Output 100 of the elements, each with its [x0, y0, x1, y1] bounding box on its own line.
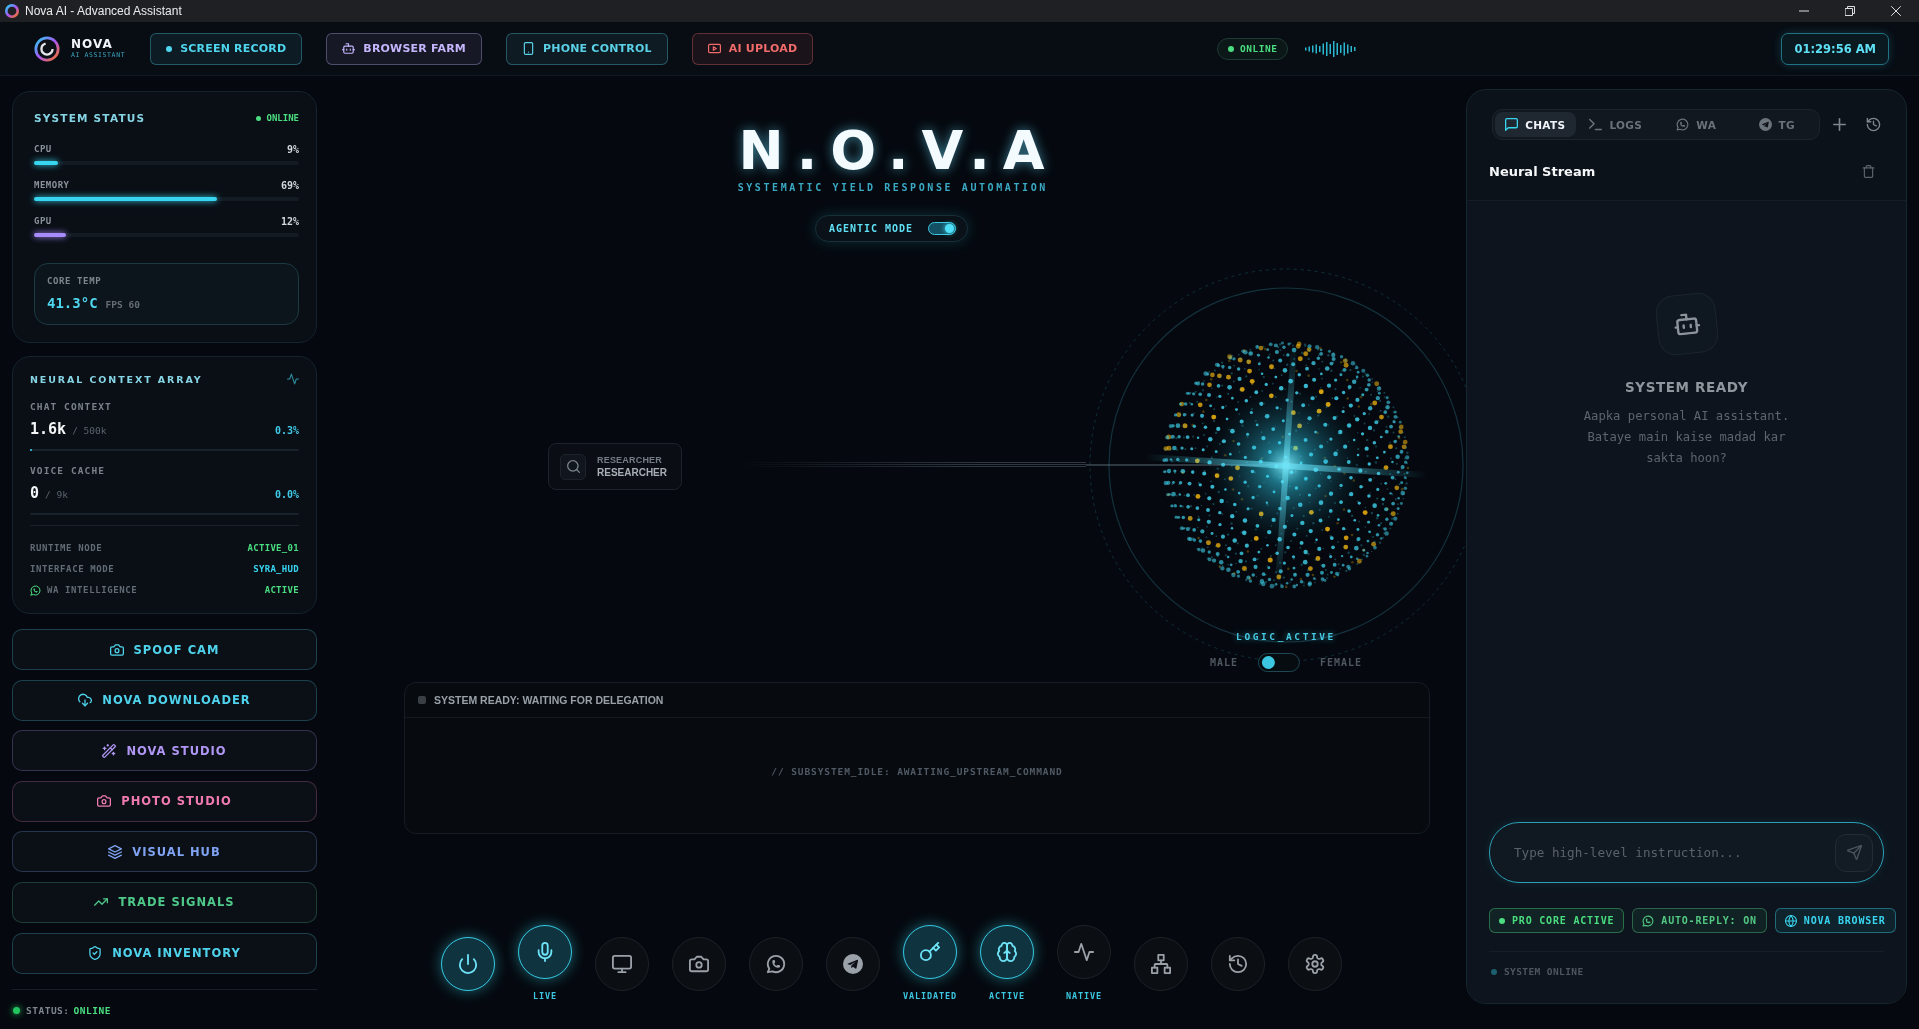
- microphone-icon: [535, 942, 555, 962]
- log-idle-text: // SUBSYSTEM_IDLE: AWAITING_UPSTREAM_COMMAND: [771, 766, 1063, 778]
- layers-icon: [108, 844, 123, 859]
- status-label: STATUS:: [26, 1004, 70, 1016]
- empty-state-text: Aapka personal AI assistant. Bataye main kaise madad kar sakta hoon?: [1582, 408, 1791, 467]
- status-square-icon: [418, 696, 426, 704]
- agentic-mode-toggle[interactable]: [928, 222, 957, 235]
- key-button[interactable]: [903, 925, 957, 979]
- toolbar-button[interactable]: BROWSER FARM: [326, 32, 482, 65]
- whatsapp-icon: [1642, 914, 1655, 927]
- whatsapp-icon: [1676, 118, 1690, 131]
- toolbar-button[interactable]: PHONE CONTROL: [506, 32, 668, 65]
- network-icon: [1151, 954, 1171, 974]
- tool-button[interactable]: NOVA DOWNLOADER: [12, 679, 317, 721]
- meter-value: 69%: [280, 179, 299, 191]
- context-value: 1.6k: [30, 420, 67, 438]
- meter-value: 9%: [286, 143, 299, 155]
- key-icon: [920, 942, 940, 962]
- meter-label: CPU: [34, 144, 52, 154]
- tool-button[interactable]: NOVA STUDIO: [12, 730, 317, 772]
- status-text: ONLINE: [1240, 43, 1278, 54]
- info-label: RUNTIME NODE: [30, 543, 103, 553]
- context-percent: 0.0%: [274, 489, 299, 500]
- instruction-input[interactable]: Type high-level instruction...: [1514, 840, 1835, 865]
- fps-value: FPS 60: [105, 299, 140, 310]
- info-value: SYRA_HUD: [253, 564, 299, 574]
- network-button[interactable]: [1134, 937, 1188, 991]
- voice-toggle[interactable]: [1258, 653, 1300, 672]
- context-label: VOICE CACHE: [30, 465, 105, 477]
- agentic-mode-label: AGENTIC MODE: [828, 223, 914, 234]
- camera-button[interactable]: [672, 937, 726, 991]
- brand-name: NOVA: [71, 38, 113, 51]
- card-title: SYSTEM STATUS: [34, 112, 146, 124]
- panel-title: Neural Stream: [1489, 163, 1596, 179]
- info-label: INTERFACE MODE: [30, 564, 115, 574]
- app-title: N.O.V.A: [737, 124, 1058, 178]
- camera-icon: [97, 794, 112, 809]
- panel-tab[interactable]: TG: [1736, 112, 1817, 137]
- waveform-icon: [1305, 39, 1358, 58]
- cloud-download-icon: [78, 693, 93, 708]
- info-value: ACTIVE_01: [247, 543, 299, 553]
- toolbar-button[interactable]: AI UPLOAD: [691, 32, 814, 65]
- delete-button[interactable]: [1860, 163, 1876, 179]
- tool-button[interactable]: SPOOF CAM: [12, 629, 317, 670]
- tool-button[interactable]: NOVA INVENTORY: [12, 932, 317, 974]
- whatsapp-button[interactable]: [749, 937, 803, 991]
- camera-icon: [109, 642, 124, 657]
- composer-box[interactable]: Type high-level instruction...: [1489, 822, 1884, 883]
- search-icon: [560, 453, 586, 480]
- monitor-icon: [612, 954, 632, 974]
- status-label: ACTIVE: [988, 991, 1026, 1002]
- tool-button[interactable]: VISUAL HUB: [12, 831, 317, 873]
- microphone-button[interactable]: [518, 925, 572, 979]
- power-button[interactable]: [441, 937, 495, 991]
- telegram-icon: [1758, 118, 1772, 131]
- voice-option-label: FEMALE: [1320, 657, 1363, 668]
- monitor-button[interactable]: [595, 937, 649, 991]
- brain-icon: [997, 942, 1017, 962]
- agent-role: RESEARCHER: [597, 455, 662, 465]
- tool-button[interactable]: TRADE SIGNALS: [12, 881, 317, 923]
- chat-icon: [1505, 118, 1519, 131]
- context-limit: / 9k: [45, 489, 68, 500]
- plus-button[interactable]: [1830, 115, 1848, 134]
- telegram-button[interactable]: [826, 937, 880, 991]
- status-label: VALIDATED: [902, 991, 958, 1002]
- camera-icon: [689, 954, 709, 974]
- status-chip: AUTO-REPLY: ON: [1632, 908, 1767, 933]
- logo-icon: [34, 35, 60, 62]
- empty-state-title: SYSTEM READY: [1624, 379, 1749, 395]
- brain-button[interactable]: [980, 925, 1034, 979]
- log-title: SYSTEM READY: WAITING FOR DELEGATION: [434, 694, 664, 706]
- pulse-icon: [1074, 942, 1094, 962]
- tool-button[interactable]: PHOTO STUDIO: [12, 780, 317, 822]
- voice-option-label: MALE: [1209, 657, 1238, 668]
- settings-button[interactable]: [1288, 937, 1342, 991]
- agent-name: RESEARCHER: [597, 467, 667, 478]
- history-button[interactable]: [1864, 115, 1882, 134]
- context-limit: / 500k: [72, 425, 107, 436]
- restore-icon: [1845, 6, 1855, 16]
- clock-display: 01:29:56 AM: [1781, 32, 1889, 65]
- history-icon: [1865, 117, 1881, 132]
- video-icon: [707, 42, 721, 55]
- orb-status-label: LOGIC_ACTIVE: [1236, 631, 1336, 643]
- phone-icon: [522, 42, 535, 55]
- history-button[interactable]: [1211, 937, 1265, 991]
- app-subtitle: SYSTEMATIC YIELD RESPONSE AUTOMATION: [736, 182, 1048, 194]
- pulse-button[interactable]: [1057, 925, 1111, 979]
- close-icon: [1891, 6, 1901, 16]
- meter-label: GPU: [34, 216, 52, 226]
- status-label: LIVE: [532, 991, 558, 1002]
- panel-tab[interactable]: LOGS: [1575, 112, 1656, 137]
- toolbar-button[interactable]: SCREEN RECORD: [150, 32, 303, 65]
- meter-value: 12%: [280, 215, 299, 227]
- panel-tab[interactable]: CHATS: [1495, 112, 1576, 137]
- status-label: NATIVE: [1065, 991, 1103, 1002]
- status-text: ONLINE: [266, 113, 299, 123]
- whatsapp-icon: [30, 584, 41, 596]
- power-icon: [458, 954, 478, 974]
- context-value: 0: [30, 484, 40, 502]
- panel-tab[interactable]: WA: [1656, 112, 1737, 137]
